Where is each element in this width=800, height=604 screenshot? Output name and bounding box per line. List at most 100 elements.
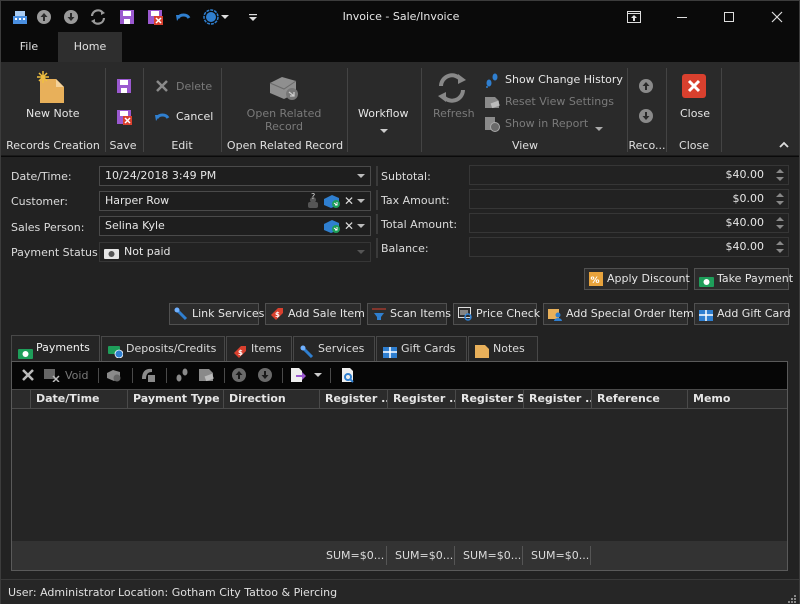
balance-field[interactable]: $40.00 bbox=[469, 237, 789, 257]
resize-grip-icon[interactable] bbox=[788, 593, 796, 604]
divider bbox=[376, 238, 378, 258]
tab-deposits-credits-label: Deposits/Credits bbox=[126, 342, 217, 355]
tab-services[interactable]: Services bbox=[293, 336, 375, 361]
column-header-payment-type[interactable]: Payment Type bbox=[127, 390, 223, 409]
open-customer-icon[interactable] bbox=[323, 193, 341, 215]
tab-deposits-credits[interactable]: Deposits/Credits bbox=[101, 336, 225, 361]
spinner-icon[interactable] bbox=[776, 216, 784, 230]
chevron-down-icon[interactable] bbox=[357, 199, 365, 203]
close-window-button[interactable] bbox=[767, 7, 787, 27]
scan-items-button[interactable]: Scan Items bbox=[367, 303, 451, 325]
add-gift-card-button[interactable]: Add Gift Card bbox=[694, 303, 791, 325]
reset-view-settings-button[interactable]: Reset View Settings bbox=[505, 95, 614, 108]
spinner-icon[interactable] bbox=[776, 168, 784, 182]
column-header-reference[interactable]: Reference bbox=[591, 390, 687, 409]
tab-gift-cards[interactable]: Gift Cards bbox=[376, 336, 467, 361]
save-close-icon[interactable] bbox=[146, 8, 164, 26]
save-button[interactable] bbox=[116, 78, 132, 97]
sum-register-3: SUM=$0... bbox=[463, 549, 522, 562]
open-sales-person-icon[interactable] bbox=[323, 218, 341, 240]
payment-status-field[interactable]: Not paid bbox=[99, 242, 371, 262]
price-check-button[interactable]: Price Check bbox=[453, 303, 540, 325]
move-up-icon[interactable] bbox=[231, 367, 247, 383]
window-title: Invoice - Sale/Invoice bbox=[342, 10, 460, 23]
column-header-register-1[interactable]: Register ... bbox=[319, 390, 387, 409]
register-icon[interactable] bbox=[11, 8, 29, 26]
apply-discount-button[interactable]: % Apply Discount bbox=[584, 268, 690, 290]
move-down-icon[interactable] bbox=[257, 367, 273, 383]
open-related-record-button[interactable]: Open Related Record bbox=[222, 107, 346, 133]
tab-items[interactable]: $ Items bbox=[226, 336, 292, 361]
payment-status-value: Not paid bbox=[124, 245, 171, 258]
take-payment-button[interactable]: Take Payment bbox=[694, 268, 793, 290]
unknown-person-icon[interactable]: ? bbox=[306, 192, 320, 215]
refresh-button[interactable]: Refresh bbox=[433, 107, 475, 120]
new-note-button[interactable]: New Note bbox=[26, 107, 80, 120]
close-button[interactable]: Close bbox=[680, 107, 710, 120]
tab-payments[interactable]: Payments bbox=[11, 335, 100, 362]
previous-record-button[interactable] bbox=[638, 78, 654, 97]
divider bbox=[376, 190, 378, 210]
customer-field[interactable]: Harper Row ? ✕ bbox=[99, 191, 371, 211]
show-in-report-button[interactable]: Show in Report bbox=[505, 117, 588, 130]
arrow-down-icon[interactable] bbox=[62, 8, 80, 26]
date-time-field[interactable]: 10/24/2018 3:49 PM bbox=[99, 166, 371, 186]
chevron-down-icon[interactable] bbox=[357, 174, 365, 178]
minimize-button[interactable] bbox=[672, 7, 692, 27]
grid-body[interactable] bbox=[12, 409, 787, 541]
clear-customer-icon[interactable]: ✕ bbox=[344, 192, 354, 210]
column-header-memo[interactable]: Memo bbox=[687, 390, 787, 409]
clear-sales-person-icon[interactable]: ✕ bbox=[344, 217, 354, 235]
window-frame bbox=[0, 32, 1, 604]
open-related-icon[interactable] bbox=[106, 367, 122, 383]
customize-quick-access-icon[interactable] bbox=[246, 8, 260, 26]
save-icon[interactable] bbox=[118, 8, 136, 26]
show-change-history-button[interactable]: Show Change History bbox=[505, 73, 623, 86]
collapse-ribbon-icon[interactable] bbox=[779, 138, 789, 151]
print-preview-icon[interactable] bbox=[340, 367, 356, 383]
link-services-button[interactable]: Link Services bbox=[169, 303, 264, 325]
group-label-open-related-record: Open Related Record bbox=[226, 139, 344, 152]
spinner-icon[interactable] bbox=[776, 192, 784, 206]
sales-person-field[interactable]: Selina Kyle ✕ bbox=[99, 216, 371, 236]
spinner-icon[interactable] bbox=[776, 240, 784, 254]
tab-notes-label: Notes bbox=[493, 342, 525, 355]
void-button[interactable]: Void bbox=[65, 369, 88, 382]
record-icon[interactable] bbox=[202, 8, 220, 26]
total-amount-field[interactable]: $40.00 bbox=[469, 213, 789, 233]
show-in-report-dropdown-icon[interactable] bbox=[595, 122, 603, 135]
reset-view-icon[interactable] bbox=[198, 367, 214, 383]
dropdown-icon[interactable] bbox=[220, 8, 230, 26]
column-header-date-time[interactable]: Date/Time bbox=[30, 390, 127, 409]
delete-button[interactable]: Delete bbox=[176, 80, 212, 93]
footprints-icon[interactable] bbox=[174, 367, 190, 383]
chevron-down-icon[interactable] bbox=[357, 224, 365, 228]
export-dropdown-icon[interactable] bbox=[314, 367, 322, 383]
column-header-register-3[interactable]: Register S... bbox=[455, 390, 523, 409]
save-close-button[interactable] bbox=[116, 109, 132, 128]
column-header-direction[interactable]: Direction bbox=[223, 390, 319, 409]
column-header-register-2[interactable]: Register ... bbox=[387, 390, 455, 409]
tab-home[interactable]: Home bbox=[58, 32, 122, 62]
phone-icon[interactable] bbox=[140, 367, 156, 383]
total-amount-label: Total Amount: bbox=[381, 218, 458, 231]
tax-amount-field[interactable]: $0.00 bbox=[469, 189, 789, 209]
column-header-register-4[interactable]: Register ... bbox=[523, 390, 591, 409]
grid-header: Date/Time Payment Type Direction Registe… bbox=[12, 389, 787, 409]
arrow-up-icon[interactable] bbox=[35, 8, 53, 26]
workflow-button[interactable]: Workflow bbox=[358, 107, 409, 120]
group-label-save: Save bbox=[109, 139, 137, 152]
tab-notes[interactable]: Notes bbox=[468, 336, 538, 361]
add-sale-item-button[interactable]: $ Add Sale Item bbox=[265, 303, 365, 325]
subtotal-field[interactable]: $40.00 bbox=[469, 165, 789, 185]
maximize-button[interactable] bbox=[719, 7, 739, 27]
undo-icon[interactable] bbox=[174, 8, 192, 26]
refresh-icon[interactable] bbox=[89, 8, 107, 26]
restore-ribbon-button[interactable] bbox=[624, 7, 644, 27]
tab-file[interactable]: File bbox=[0, 32, 58, 62]
next-record-button[interactable] bbox=[638, 108, 654, 127]
delete-icon[interactable] bbox=[20, 367, 36, 383]
add-special-order-item-button[interactable]: Add Special Order Item bbox=[543, 303, 694, 325]
cancel-button[interactable]: Cancel bbox=[176, 110, 213, 123]
export-icon[interactable] bbox=[290, 367, 306, 383]
